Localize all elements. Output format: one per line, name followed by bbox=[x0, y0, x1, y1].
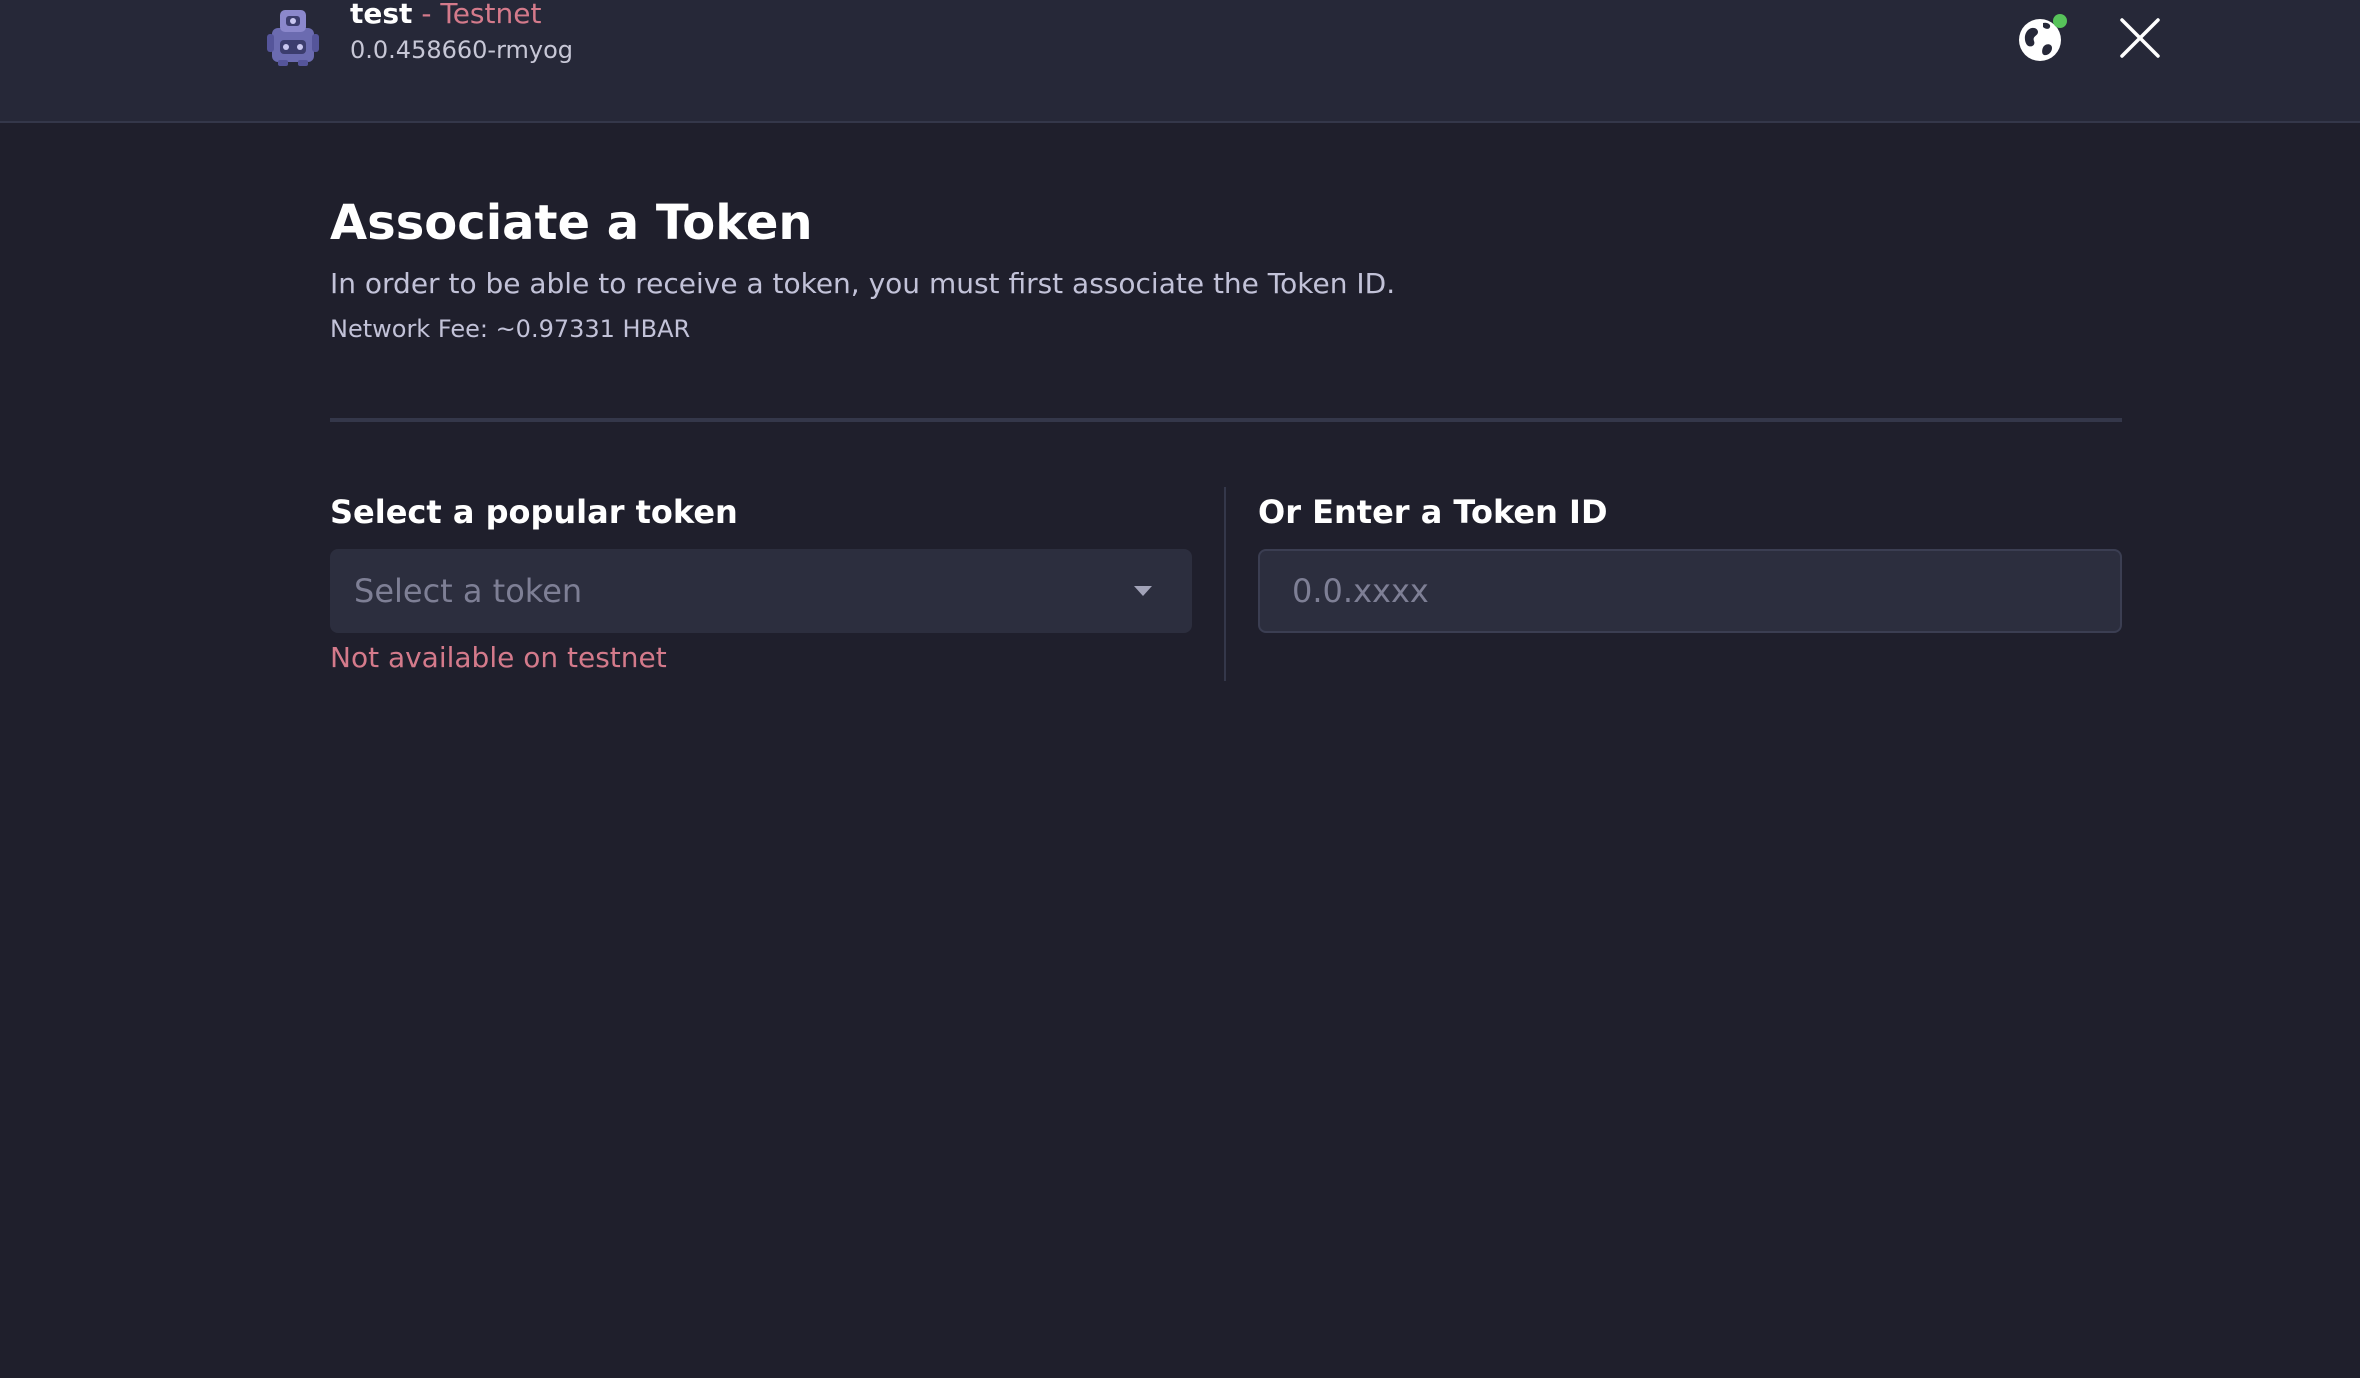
section-divider bbox=[330, 418, 2122, 422]
chevron-down-icon bbox=[1134, 586, 1152, 596]
close-button[interactable] bbox=[2116, 14, 2164, 62]
token-id-input[interactable] bbox=[1258, 549, 2122, 633]
network-button[interactable] bbox=[2014, 10, 2070, 66]
app-header: test - Testnet 0.0.458660-rmyog bbox=[0, 0, 2360, 123]
robot-avatar-icon bbox=[267, 10, 319, 66]
page-title: Associate a Token bbox=[330, 195, 813, 251]
select-placeholder: Select a token bbox=[354, 572, 583, 610]
token-id-section: Or Enter a Token ID bbox=[1258, 489, 2122, 633]
popular-token-section: Select a popular token Select a token No… bbox=[330, 489, 1192, 674]
popular-token-select[interactable]: Select a token bbox=[330, 549, 1192, 633]
network-status-dot bbox=[2053, 14, 2067, 28]
account-name: test bbox=[350, 0, 413, 30]
popular-token-label: Select a popular token bbox=[330, 493, 738, 531]
account-separator: - bbox=[412, 0, 441, 30]
token-id-label: Or Enter a Token ID bbox=[1258, 493, 1608, 531]
account-text: test - Testnet 0.0.458660-rmyog bbox=[350, 0, 573, 64]
close-icon bbox=[2120, 18, 2160, 58]
testnet-warning: Not available on testnet bbox=[330, 641, 667, 674]
account-info: test - Testnet 0.0.458660-rmyog bbox=[266, 0, 573, 68]
network-name: Testnet bbox=[440, 0, 542, 30]
associate-token-page: test - Testnet 0.0.458660-rmyog Associat… bbox=[0, 0, 2360, 1378]
page-description: In order to be able to receive a token, … bbox=[330, 267, 1396, 300]
network-fee: Network Fee: ~0.97331 HBAR bbox=[330, 315, 691, 343]
column-divider bbox=[1224, 487, 1226, 681]
globe-icon bbox=[2019, 14, 2067, 61]
account-title: test - Testnet bbox=[350, 0, 573, 32]
account-id: 0.0.458660-rmyog bbox=[350, 36, 574, 65]
